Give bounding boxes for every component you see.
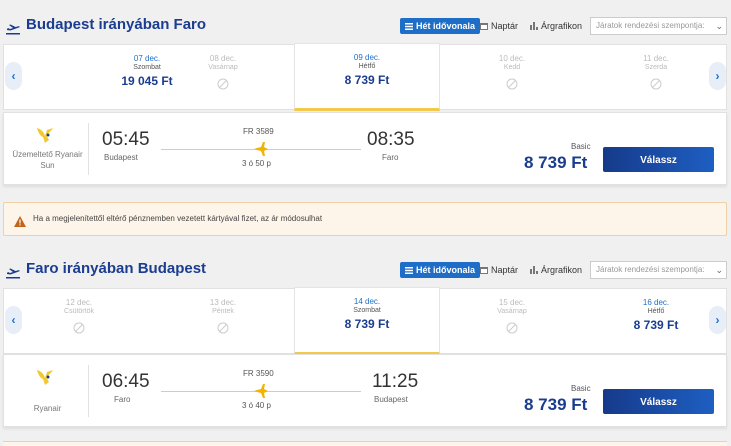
calendar-icon: [480, 263, 488, 279]
sort-select[interactable]: Járatok rendezési szempontja: ⌄: [590, 261, 727, 279]
date-cell-selected[interactable]: 14 dec. Szombat 8 739 Ft: [294, 287, 440, 355]
divider: [88, 365, 89, 417]
arrival-city: Budapest: [374, 395, 408, 404]
chevron-down-icon: ⌄: [715, 265, 723, 275]
fare-price: 8 739 Ft: [524, 153, 588, 172]
next-week-button[interactable]: ›: [709, 62, 726, 90]
chevron-right-icon: ›: [715, 313, 720, 327]
arrival-time: 08:35: [367, 129, 415, 150]
bottom-notice-edge: [3, 441, 727, 446]
list-icon: [405, 19, 413, 35]
prev-week-button[interactable]: ‹: [5, 62, 22, 90]
date-cell[interactable]: 16 dec. Hétfő 8 739 Ft: [583, 289, 729, 353]
tab-price-chart[interactable]: Árgrafikon: [527, 18, 585, 34]
no-flight-icon: [439, 77, 585, 95]
outbound-date-bar: ‹ 07 dec. Szombat 19 045 Ft 08 dec. Vasá…: [3, 43, 729, 111]
no-flight-icon: [439, 321, 585, 339]
departure-city: Faro: [114, 395, 131, 404]
arrival-time: 11:25: [372, 371, 419, 392]
bar-chart-icon: [530, 263, 538, 279]
arrival-city: Faro: [382, 153, 399, 162]
return-date-bar: ‹ 12 dec. Csütörtök 13 dec. Péntek 14 de…: [3, 287, 729, 355]
select-flight-button[interactable]: Válassz: [603, 147, 714, 172]
date-cell: 15 dec. Vasárnap: [439, 289, 585, 353]
no-flight-icon: [583, 77, 729, 95]
tab-price-chart[interactable]: Árgrafikon: [527, 262, 585, 278]
flight-number: FR 3590: [243, 369, 274, 378]
tab-calendar[interactable]: Naptár: [477, 262, 521, 278]
outbound-header: Budapest irányában Faro Hét idővonala Na…: [0, 14, 731, 44]
ryanair-logo-icon: [34, 367, 56, 394]
date-cell: 11 dec. Szerda: [583, 45, 729, 109]
bar-chart-icon: [530, 19, 538, 35]
return-title: Faro irányában Budapest: [26, 260, 207, 277]
departure-time: 06:45: [102, 371, 150, 392]
departure-city: Budapest: [104, 153, 138, 162]
date-cell: 12 dec. Csütörtök: [6, 289, 152, 353]
chevron-right-icon: ›: [715, 69, 720, 83]
fare-price: 8 739 Ft: [524, 395, 588, 414]
divider: [88, 123, 89, 175]
calendar-icon: [480, 19, 488, 35]
date-cell: 13 dec. Péntek: [150, 289, 296, 353]
departure-plane-icon: [5, 22, 21, 40]
next-week-button[interactable]: ›: [709, 306, 726, 334]
outbound-flight-card[interactable]: Üzemeltető Ryanair Sun 05:45 Budapest FR…: [3, 112, 727, 185]
no-flight-icon: [150, 321, 296, 339]
flight-duration: 3 ó 40 p: [242, 401, 271, 410]
tab-week-timeline[interactable]: Hét idővonala: [400, 262, 481, 279]
outbound-title: Budapest irányában Faro: [26, 16, 207, 33]
operator-label: Ryanair: [33, 404, 62, 413]
warning-icon: [14, 214, 26, 232]
fare-type: Basic: [571, 142, 591, 151]
flight-number: FR 3589: [243, 127, 274, 136]
departure-plane-icon: [5, 266, 21, 284]
no-flight-icon: [150, 77, 296, 95]
chevron-down-icon: ⌄: [715, 21, 723, 31]
date-cell-selected[interactable]: 09 dec. Hétfő 8 739 Ft: [294, 43, 440, 111]
date-cell: 08 dec. Vasárnap: [150, 45, 296, 109]
operator-label: Üzemeltető Ryanair Sun: [12, 150, 83, 170]
fare-type: Basic: [571, 384, 591, 393]
return-header: Faro irányában Budapest Hét idővonala Na…: [0, 258, 731, 288]
ryanair-logo-icon: [34, 125, 56, 152]
chevron-left-icon: ‹: [11, 69, 16, 83]
list-icon: [405, 263, 413, 279]
departure-time: 05:45: [102, 129, 150, 150]
no-flight-icon: [6, 321, 152, 339]
tab-calendar[interactable]: Naptár: [477, 18, 521, 34]
notice-text: Ha a megjelenítettől eltérő pénznemben v…: [33, 214, 323, 223]
sort-select[interactable]: Járatok rendezési szempontja: ⌄: [590, 17, 727, 35]
date-cell: 10 dec. Kedd: [439, 45, 585, 109]
currency-notice: Ha a megjelenítettől eltérő pénznemben v…: [3, 202, 727, 236]
return-flight-card[interactable]: Ryanair 06:45 Faro FR 3590 3 ó 40 p 11:2…: [3, 354, 727, 427]
flight-duration: 3 ó 50 p: [242, 159, 271, 168]
select-flight-button[interactable]: Válassz: [603, 389, 714, 414]
tab-week-timeline[interactable]: Hét idővonala: [400, 18, 481, 35]
